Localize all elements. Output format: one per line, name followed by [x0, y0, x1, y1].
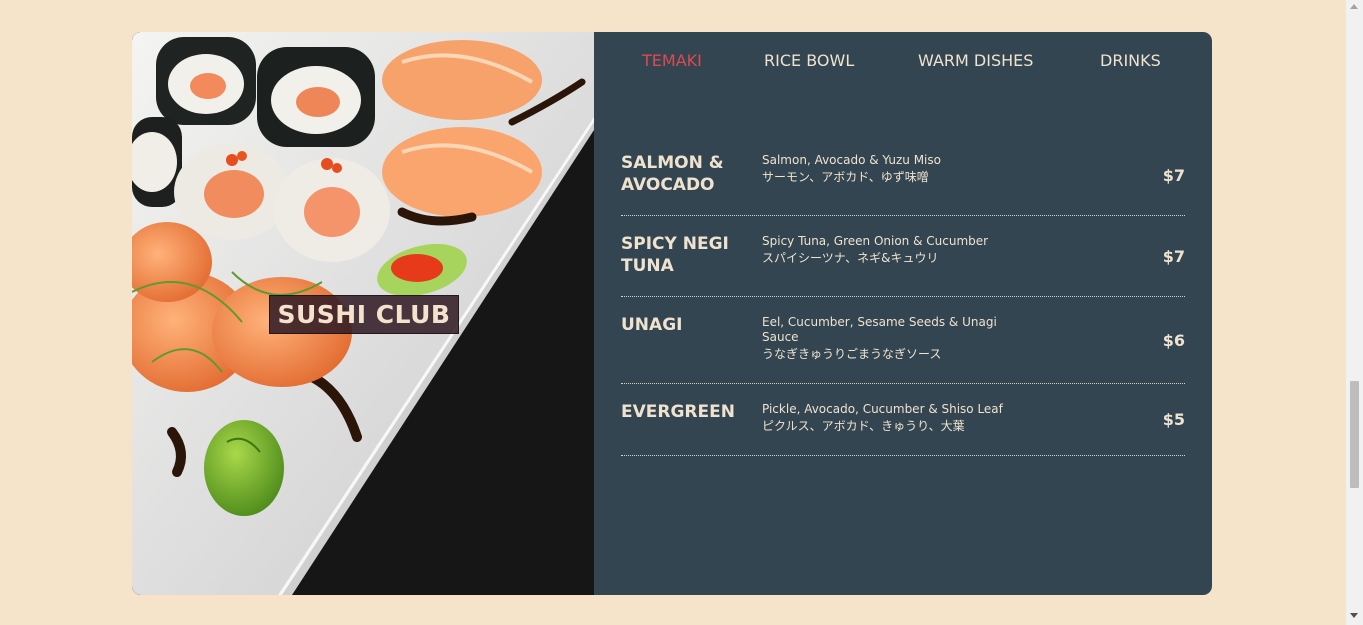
- item-price: $6: [1162, 331, 1185, 350]
- item-desc-en: Pickle, Avocado, Cucumber & Shiso Leaf: [762, 402, 1003, 416]
- scroll-thumb[interactable]: [1350, 381, 1359, 488]
- menu-item: SPICY NEGI TUNA Spicy Tuna, Green Onion …: [621, 233, 1185, 297]
- menu-item: UNAGI Eel, Cucumber, Sesame Seeds & Unag…: [621, 314, 1185, 384]
- item-name: EVERGREEN: [621, 402, 735, 422]
- scroll-up-icon[interactable]: [1350, 4, 1358, 9]
- menu-item: EVERGREEN Pickle, Avocado, Cucumber & Sh…: [621, 401, 1185, 456]
- brand-title: SUSHI CLUB: [269, 295, 459, 334]
- item-desc-jp: サーモン、アボカド、ゆず味噌: [762, 170, 929, 184]
- item-desc-jp: うなぎきゅうりごまうなぎソース: [762, 347, 942, 361]
- item-description: Salmon, Avocado & Yuzu Miso サーモン、アボカド、ゆず…: [762, 153, 1032, 185]
- page-scrollbar[interactable]: [1346, 0, 1363, 625]
- category-tabs: TEMAKI RICE BOWL WARM DISHES DRINKS: [594, 51, 1212, 73]
- item-price: $5: [1162, 410, 1185, 429]
- item-desc-jp: スパイシーツナ、ネギ&キュウリ: [762, 251, 939, 265]
- sushi-photo: SUSHI CLUB: [132, 32, 594, 595]
- tab-temaki[interactable]: TEMAKI: [642, 51, 702, 70]
- menu-item: SALMON & AVOCADO Salmon, Avocado & Yuzu …: [621, 152, 1185, 216]
- menu-panel: TEMAKI RICE BOWL WARM DISHES DRINKS SALM…: [594, 32, 1212, 595]
- item-price: $7: [1162, 166, 1185, 185]
- item-desc-en: Eel, Cucumber, Sesame Seeds & Unagi Sauc…: [762, 315, 997, 344]
- menu-card: SUSHI CLUB TEMAKI RICE BOWL WARM DISHES …: [132, 32, 1212, 595]
- item-desc-en: Spicy Tuna, Green Onion & Cucumber: [762, 234, 989, 248]
- item-description: Eel, Cucumber, Sesame Seeds & Unagi Sauc…: [762, 315, 1022, 362]
- item-name: SPICY NEGI TUNA: [621, 234, 729, 276]
- scroll-down-icon[interactable]: [1350, 613, 1358, 618]
- item-description: Spicy Tuna, Green Onion & Cucumber スパイシー…: [762, 234, 1032, 266]
- item-desc-jp: ピクルス、アボカド、きゅうり、大葉: [762, 419, 965, 433]
- item-price: $7: [1162, 247, 1185, 266]
- tab-rice-bowl[interactable]: RICE BOWL: [764, 51, 854, 70]
- tab-warm-dishes[interactable]: WARM DISHES: [918, 51, 1033, 70]
- item-name: SALMON & AVOCADO: [621, 153, 724, 195]
- item-desc-en: Salmon, Avocado & Yuzu Miso: [762, 153, 941, 167]
- item-description: Pickle, Avocado, Cucumber & Shiso Leaf ピ…: [762, 402, 1042, 434]
- item-name: UNAGI: [621, 315, 683, 335]
- tab-drinks[interactable]: DRINKS: [1100, 51, 1161, 70]
